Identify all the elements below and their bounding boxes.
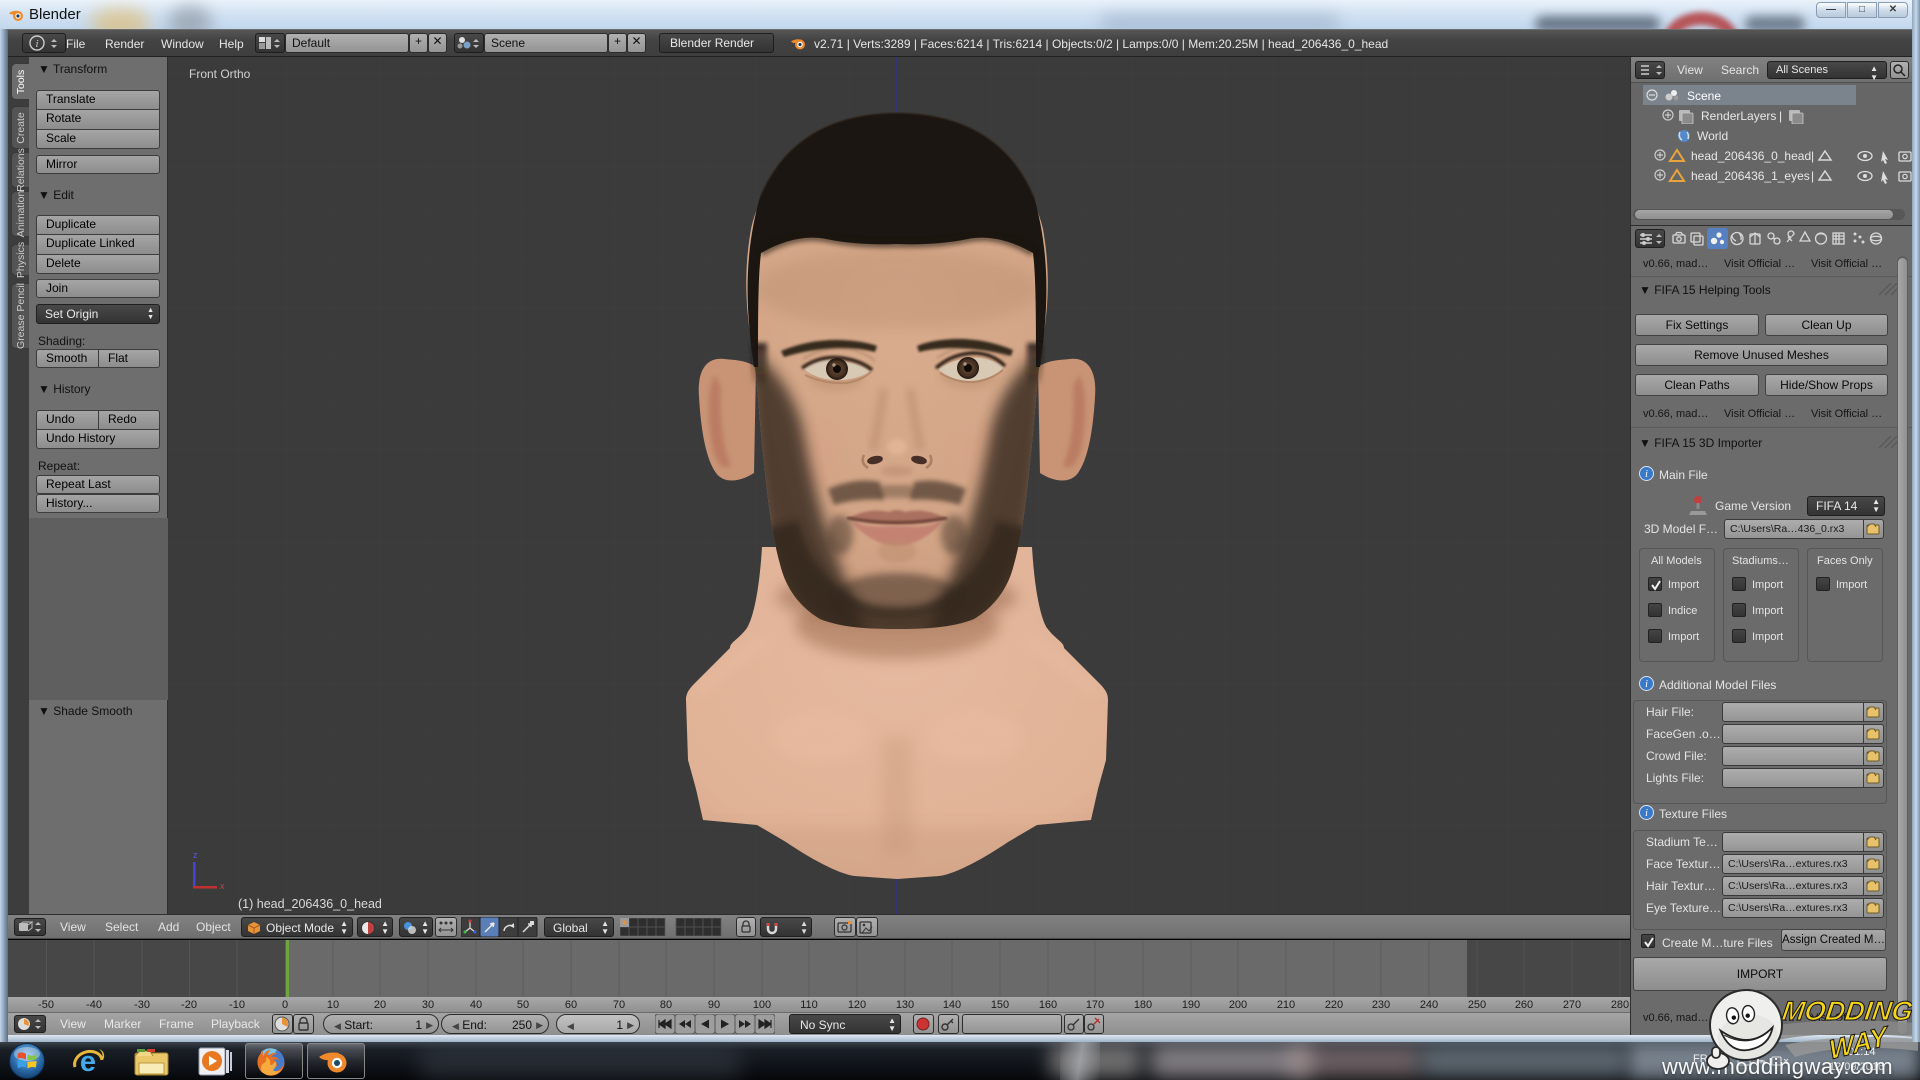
- svg-text:100: 100: [753, 999, 771, 1011]
- svg-text:-20: -20: [181, 999, 197, 1011]
- svg-text:140: 140: [943, 999, 961, 1011]
- svg-text:200: 200: [1229, 999, 1247, 1011]
- svg-text:120: 120: [848, 999, 866, 1011]
- svg-text:20: 20: [374, 999, 386, 1011]
- svg-text:240: 240: [1420, 999, 1438, 1011]
- svg-text:|: |: [1811, 149, 1814, 163]
- svg-text:190: 190: [1182, 999, 1200, 1011]
- svg-text:130: 130: [896, 999, 914, 1011]
- svg-text:|: |: [1779, 109, 1782, 123]
- svg-text:180: 180: [1134, 999, 1152, 1011]
- svg-text:210: 210: [1277, 999, 1295, 1011]
- svg-text:-30: -30: [134, 999, 150, 1011]
- svg-text:250: 250: [1468, 999, 1486, 1011]
- svg-text:x: x: [220, 881, 225, 891]
- svg-text:110: 110: [800, 999, 818, 1011]
- svg-text:230: 230: [1372, 999, 1390, 1011]
- svg-text:-10: -10: [229, 999, 245, 1011]
- svg-text:i: i: [1645, 679, 1648, 690]
- svg-text:60: 60: [565, 999, 577, 1011]
- svg-text:0: 0: [282, 999, 288, 1011]
- svg-text:260: 260: [1515, 999, 1533, 1011]
- svg-text:z: z: [193, 850, 198, 860]
- svg-text:280: 280: [1611, 999, 1629, 1011]
- svg-text:150: 150: [991, 999, 1009, 1011]
- svg-text:170: 170: [1086, 999, 1104, 1011]
- svg-text:30: 30: [422, 999, 434, 1011]
- svg-text:RenderLayers: RenderLayers: [1701, 109, 1776, 123]
- svg-text:160: 160: [1039, 999, 1057, 1011]
- svg-text:Scene: Scene: [1687, 89, 1721, 103]
- svg-text:-50: -50: [38, 999, 54, 1011]
- svg-text:|: |: [1811, 169, 1814, 183]
- svg-text:80: 80: [660, 999, 672, 1011]
- svg-text:head_206436_1_eyes: head_206436_1_eyes: [1691, 169, 1810, 183]
- svg-text:10: 10: [327, 999, 339, 1011]
- svg-text:-40: -40: [86, 999, 102, 1011]
- svg-text:40: 40: [470, 999, 482, 1011]
- svg-text:270: 270: [1563, 999, 1581, 1011]
- svg-text:90: 90: [708, 999, 720, 1011]
- svg-text:70: 70: [613, 999, 625, 1011]
- svg-text:head_206436_0_head: head_206436_0_head: [1691, 149, 1811, 163]
- svg-text:World: World: [1697, 129, 1728, 143]
- svg-text:MODDING: MODDING: [1780, 995, 1915, 1026]
- svg-text:50: 50: [517, 999, 529, 1011]
- svg-text:i: i: [1645, 808, 1648, 819]
- svg-text:i: i: [1645, 469, 1648, 480]
- svg-text:220: 220: [1325, 999, 1343, 1011]
- svg-text:i: i: [35, 38, 38, 50]
